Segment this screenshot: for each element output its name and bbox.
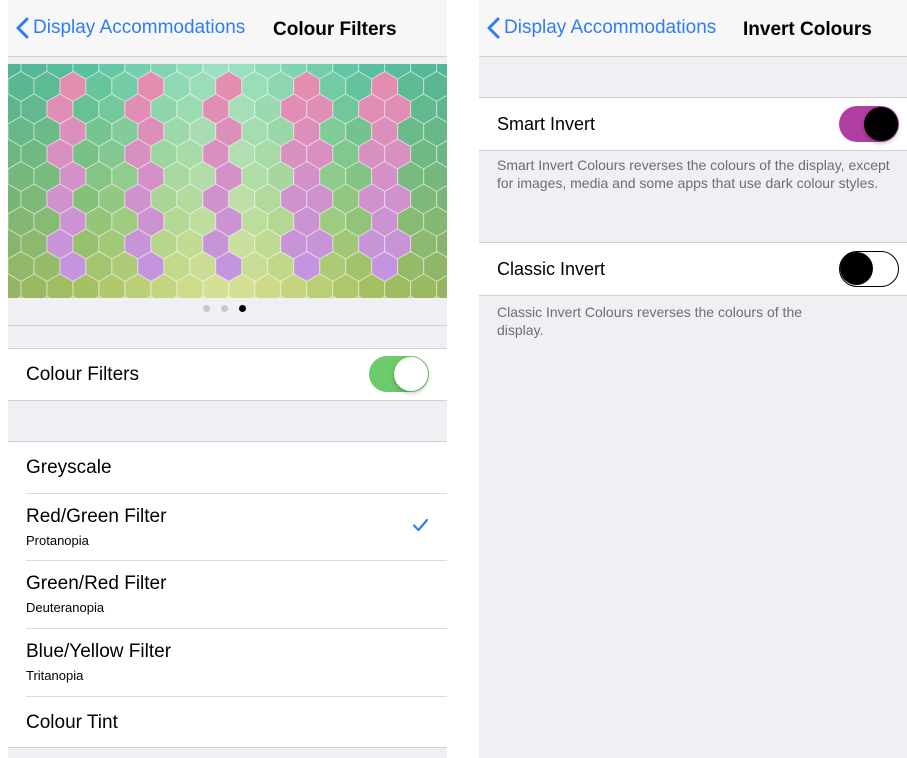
- list-item-greyscale[interactable]: Greyscale: [8, 442, 447, 493]
- colour-filters-toggle-label: Colour Filters: [26, 364, 139, 385]
- back-label: Display Accommodations: [504, 17, 717, 38]
- colour-filter-preview-image[interactable]: [8, 64, 447, 298]
- page-title: Invert Colours: [743, 19, 872, 40]
- filter-label: Blue/Yellow Filter: [26, 641, 172, 662]
- page-dot: [221, 305, 228, 312]
- page-dot: [203, 305, 210, 312]
- page-indicator[interactable]: [203, 305, 246, 312]
- chevron-left-icon: [487, 17, 500, 39]
- page-dot-current: [239, 305, 246, 312]
- back-button[interactable]: Display Accommodations: [16, 17, 245, 39]
- classic-invert-label: Classic Invert: [497, 259, 606, 279]
- back-button[interactable]: Display Accommodations: [487, 17, 716, 39]
- classic-invert-toggle[interactable]: [839, 251, 899, 287]
- back-label: Display Accommodations: [33, 17, 246, 38]
- smart-invert-row: Smart Invert: [479, 97, 907, 151]
- classic-invert-description: Classic Invert Colours reverses the colo…: [497, 304, 803, 338]
- filter-sublabel: Tritanopia: [26, 668, 84, 683]
- filter-sublabel: Protanopia: [26, 533, 89, 548]
- list-item-blue-yellow-filter[interactable]: Blue/Yellow Filter Tritanopia: [8, 629, 447, 696]
- filter-label: Green/Red Filter: [26, 573, 167, 594]
- filter-list: Greyscale Red/Green Filter Protanopia Gr…: [8, 441, 447, 748]
- filter-label: Colour Tint: [26, 712, 118, 733]
- filter-label: Red/Green Filter: [26, 506, 167, 527]
- colour-filters-toggle[interactable]: [369, 356, 429, 392]
- navigation-bar: Display Accommodations Invert Colours: [479, 0, 907, 57]
- filter-label: Greyscale: [26, 457, 112, 478]
- chevron-left-icon: [16, 17, 29, 39]
- smart-invert-label: Smart Invert: [497, 114, 596, 134]
- smart-invert-toggle[interactable]: [839, 106, 899, 142]
- list-item-green-red-filter[interactable]: Green/Red Filter Deuteranopia: [8, 561, 447, 628]
- list-item-red-green-filter[interactable]: Red/Green Filter Protanopia: [8, 494, 447, 560]
- divider: [8, 325, 447, 326]
- colour-filters-toggle-row: Colour Filters: [8, 348, 447, 401]
- list-item-colour-tint[interactable]: Colour Tint: [8, 697, 447, 748]
- toggle-knob: [840, 252, 873, 285]
- invert-colours-screen: Display Accommodations Invert Colours Sm…: [479, 0, 907, 758]
- classic-invert-row: Classic Invert: [479, 242, 907, 296]
- colour-filters-screen: Display Accommodations Colour Filters Co…: [8, 0, 447, 758]
- filter-sublabel: Deuteranopia: [26, 600, 105, 615]
- smart-invert-description: Smart Invert Colours reverses the colour…: [497, 157, 890, 191]
- checkmark-icon: [412, 518, 429, 532]
- toggle-knob: [864, 107, 898, 141]
- navigation-bar: Display Accommodations Colour Filters: [8, 0, 447, 57]
- toggle-knob: [394, 357, 428, 391]
- page-title: Colour Filters: [273, 19, 397, 40]
